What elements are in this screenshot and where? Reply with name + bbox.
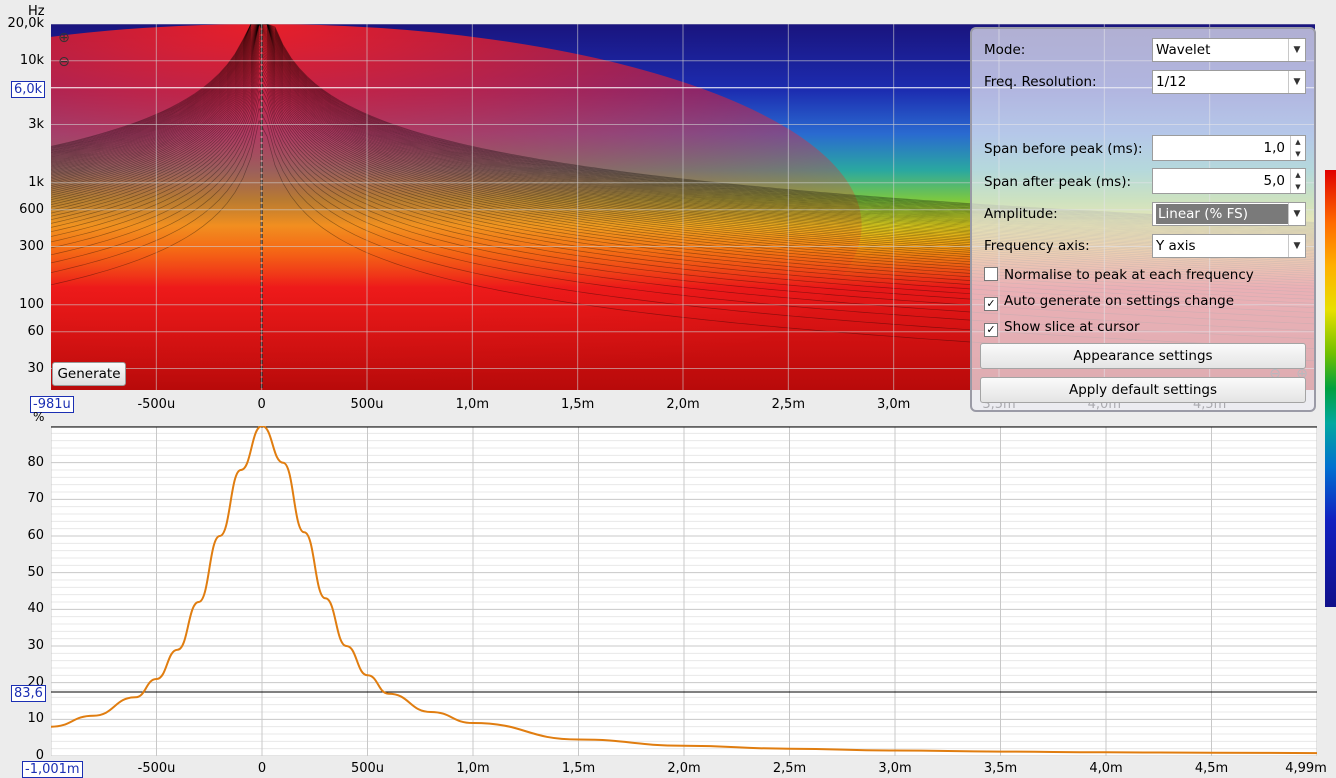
x-tick-label: 4,5m — [1194, 761, 1229, 776]
y-tick-label: 50 — [27, 564, 44, 580]
spin-down-icon[interactable]: ▼ — [1290, 181, 1305, 193]
apply-default-settings-button[interactable]: Apply default settings — [980, 377, 1306, 403]
chevron-down-icon: ▼ — [1288, 203, 1305, 225]
x-tick-label: -500u — [137, 761, 176, 776]
slice-plot[interactable] — [51, 426, 1317, 756]
x-tick-label: 0 — [257, 397, 266, 412]
y-cursor-readout: 6,0k — [11, 81, 46, 98]
span-after-spinbox[interactable]: 5,0 ▲ ▼ — [1152, 168, 1306, 194]
x-tick-label: 500u — [350, 761, 385, 776]
frequency-axis-value: Y axis — [1156, 238, 1196, 254]
normalise-checkbox[interactable]: Normalise to peak at each frequency — [984, 267, 1254, 283]
span-before-value: 1,0 — [1263, 140, 1285, 156]
x-tick-label: 4,99m — [1285, 761, 1327, 776]
normalise-label: Normalise to peak at each frequency — [1004, 267, 1254, 283]
appearance-settings-button[interactable]: Appearance settings — [980, 343, 1306, 369]
span-after-label: Span after peak (ms): — [984, 174, 1132, 190]
span-after-value: 5,0 — [1263, 173, 1285, 189]
mode-value: Wavelet — [1156, 42, 1211, 58]
freq-resolution-value: 1/12 — [1156, 74, 1187, 90]
y-tick-label: 100 — [19, 296, 44, 312]
y-tick-label: 600 — [19, 201, 44, 217]
x-tick-label: 3,0m — [876, 397, 911, 412]
color-scale-bar — [1325, 170, 1336, 607]
generate-button[interactable]: Generate — [52, 362, 126, 386]
y-cursor-readout-bottom: 83,6 — [11, 685, 46, 702]
checkbox-checked-icon: ✓ — [984, 297, 998, 311]
x-tick-label: 500u — [350, 397, 384, 412]
show-slice-label: Show slice at cursor — [1004, 319, 1140, 335]
mode-label: Mode: — [984, 42, 1026, 58]
x-tick-label: 3,5m — [983, 761, 1018, 776]
y-tick-label: 300 — [19, 238, 44, 254]
mode-select[interactable]: Wavelet ▼ — [1152, 38, 1306, 62]
zoom-out-icon[interactable]: ⊖ — [55, 54, 73, 72]
x-tick-label: 1,5m — [561, 761, 596, 776]
y-tick-label: 80 — [27, 454, 44, 470]
auto-generate-label: Auto generate on settings change — [1004, 293, 1235, 309]
amplitude-value: Linear (% FS) — [1156, 204, 1288, 224]
x-tick-label: 3,0m — [878, 761, 912, 776]
y-tick-label: 70 — [27, 491, 44, 507]
x-tick-label: 1,0m — [456, 761, 490, 776]
settings-panel: Mode: Wavelet ▼ Freq. Resolution: 1/12 ▼… — [970, 27, 1316, 412]
chevron-down-icon: ▼ — [1288, 235, 1305, 257]
frequency-axis-label: Frequency axis: — [984, 238, 1090, 254]
x-tick-label: 1,0m — [455, 397, 489, 412]
y-tick-label: 60 — [27, 323, 44, 339]
x-tick-label: 0 — [257, 761, 267, 776]
y-tick-label: 30 — [27, 638, 44, 653]
x-tick-label: 4,0m — [1089, 761, 1123, 776]
y-tick-label: 10k — [19, 52, 44, 68]
y-tick-label: 30 — [27, 360, 44, 376]
amplitude-label: Amplitude: — [984, 206, 1058, 222]
frequency-axis-select[interactable]: Y axis ▼ — [1152, 234, 1306, 258]
y-tick-label: 1k — [28, 174, 44, 190]
y-tick-label: 3k — [28, 116, 44, 132]
x-tick-label: 1,5m — [560, 397, 595, 412]
y-tick-label: 60 — [27, 528, 44, 543]
auto-generate-checkbox[interactable]: ✓ Auto generate on settings change — [984, 293, 1234, 311]
x-tick-label: 2,0m — [667, 761, 701, 776]
span-before-label: Span before peak (ms): — [984, 141, 1143, 157]
y-tick-label: 20,0k — [7, 16, 44, 31]
chevron-down-icon: ▼ — [1288, 39, 1305, 61]
show-slice-checkbox[interactable]: ✓ Show slice at cursor — [984, 319, 1140, 337]
y-tick-label: 40 — [27, 601, 44, 617]
span-before-spinbox[interactable]: 1,0 ▲ ▼ — [1152, 135, 1306, 161]
spin-down-icon[interactable]: ▼ — [1290, 148, 1305, 160]
spin-up-icon[interactable]: ▲ — [1290, 136, 1305, 148]
x-tick-label: 2,0m — [666, 397, 700, 412]
y-unit-label-bottom: % — [33, 410, 45, 424]
zoom-in-icon[interactable]: ⊕ — [55, 30, 73, 48]
freq-resolution-select[interactable]: 1/12 ▼ — [1152, 70, 1306, 94]
checkbox-checked-icon: ✓ — [984, 323, 998, 337]
freq-resolution-label: Freq. Resolution: — [984, 74, 1097, 90]
x-cursor-readout-bottom: -1,001m — [22, 761, 83, 778]
amplitude-select[interactable]: Linear (% FS) ▼ — [1152, 202, 1306, 226]
chevron-down-icon: ▼ — [1288, 71, 1305, 93]
y-tick-label: 10 — [27, 711, 44, 727]
x-tick-label: 2,5m — [772, 761, 807, 776]
spin-up-icon[interactable]: ▲ — [1290, 169, 1305, 181]
checkbox-unchecked-icon — [984, 267, 998, 281]
x-tick-label: 2,5m — [771, 397, 805, 412]
color-scale-gradient — [1325, 170, 1336, 607]
x-tick-label: -500u — [137, 397, 176, 412]
